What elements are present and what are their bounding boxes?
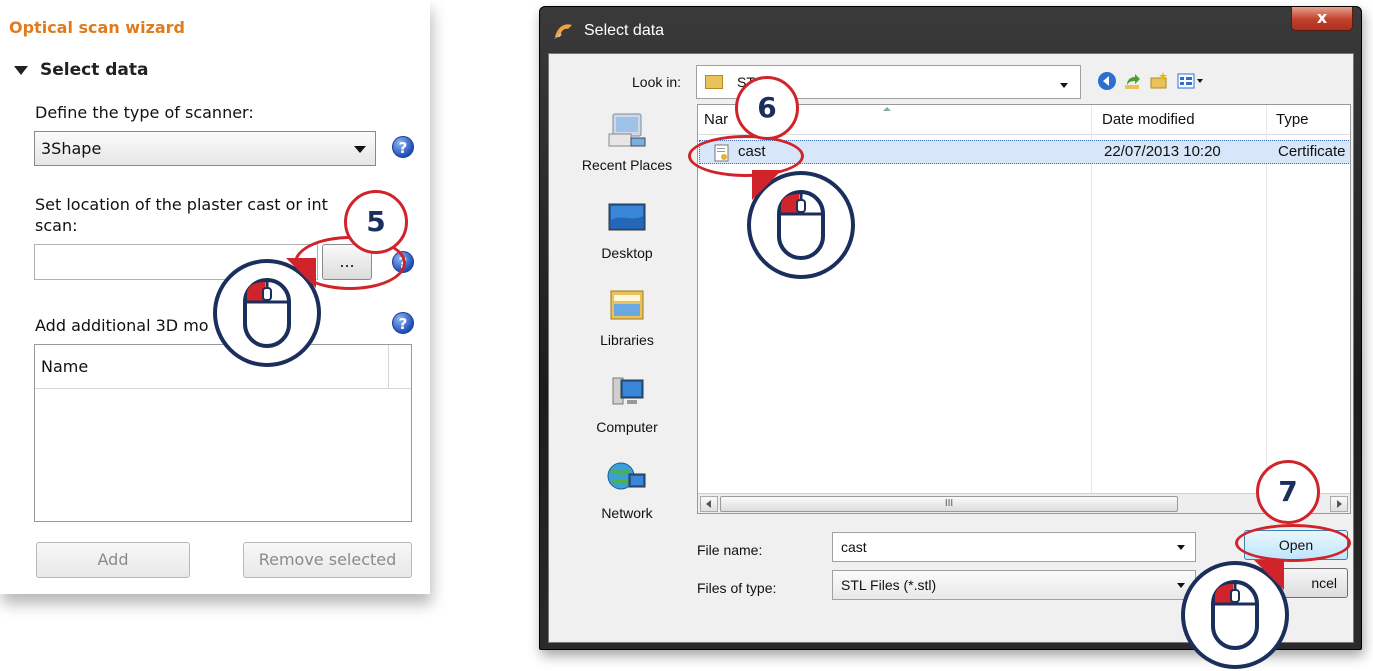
scroll-left-button[interactable] [700, 496, 718, 512]
file-name-label: File name: [697, 542, 763, 558]
place-network[interactable]: Network [557, 460, 697, 521]
collapse-triangle-icon [14, 65, 28, 75]
column-divider [1266, 105, 1267, 513]
chevron-down-icon [1177, 545, 1185, 550]
app-logo-icon [554, 24, 572, 39]
libraries-icon [610, 290, 644, 320]
column-header-type[interactable]: Type [1276, 111, 1309, 128]
mouse-click-icon [1181, 560, 1289, 669]
scanner-type-label: Define the type of scanner: [35, 103, 254, 122]
up-folder-icon[interactable] [1123, 71, 1143, 91]
location-label-line2: scan: [35, 216, 78, 235]
column-header-name[interactable]: Nar [704, 111, 728, 128]
additional-models-label: Add additional 3D mo [35, 316, 209, 335]
additional-models-list[interactable]: Name [34, 344, 412, 522]
dialog-title: Select data [584, 22, 665, 39]
place-label: Recent Places [581, 157, 673, 173]
step-badge-5: 5 [344, 190, 408, 254]
place-recent-places[interactable]: Recent Places [557, 112, 697, 173]
folder-icon [705, 75, 723, 89]
wizard-title: Optical scan wizard [9, 18, 186, 37]
select-data-section-toggle[interactable]: Select data [14, 60, 149, 80]
file-date-cell: 22/07/2013 10:20 [1104, 143, 1221, 160]
step-badge-7: 7 [1256, 460, 1320, 524]
file-type-value: STL Files (*.stl) [841, 577, 937, 593]
chevron-down-icon [354, 146, 366, 153]
scanner-type-value: 3Shape [41, 139, 102, 158]
help-icon[interactable]: ? [392, 312, 414, 334]
column-header-date-modified[interactable]: Date modified [1102, 111, 1195, 128]
select-data-dialog: Select data x Look in: ST Recent Places … [539, 6, 1362, 650]
help-icon[interactable]: ? [392, 136, 414, 158]
mouse-click-icon [213, 258, 321, 367]
step-badge-6: 6 [735, 76, 799, 140]
view-menu-icon[interactable] [1177, 71, 1205, 91]
chevron-left-icon [706, 500, 711, 508]
add-button[interactable]: Add [36, 542, 190, 578]
network-icon [607, 462, 646, 490]
place-libraries[interactable]: Libraries [557, 287, 697, 348]
back-icon[interactable] [1097, 71, 1117, 91]
remove-selected-button[interactable]: Remove selected [243, 542, 412, 578]
chevron-right-icon [1337, 500, 1342, 508]
place-computer[interactable]: Computer [557, 374, 697, 435]
place-label: Network [601, 505, 653, 521]
file-name-input[interactable]: cast [832, 532, 1196, 562]
new-folder-icon[interactable] [1149, 71, 1169, 91]
desktop-icon [608, 203, 646, 231]
scanner-type-dropdown[interactable]: 3Shape [34, 131, 376, 166]
horizontal-scrollbar[interactable]: III [698, 493, 1350, 513]
highlight-ring-open [1235, 524, 1351, 562]
chevron-down-icon [1060, 83, 1068, 88]
place-label: Desktop [601, 245, 653, 261]
places-bar: Recent Places Desktop Libraries Computer… [557, 104, 697, 564]
place-label: Computer [596, 419, 658, 435]
place-desktop[interactable]: Desktop [557, 200, 697, 261]
look-in-label: Look in: [632, 74, 682, 90]
recent-places-icon [608, 113, 646, 147]
mouse-click-icon [747, 170, 855, 279]
scroll-thumb[interactable]: III [720, 496, 1178, 512]
dialog-client-area: Look in: ST Recent Places Desktop Librar… [548, 53, 1354, 643]
file-type-cell: Certificate [1278, 143, 1346, 160]
file-name-value: cast [841, 539, 867, 555]
column-divider [1091, 105, 1092, 513]
sort-ascending-icon [883, 107, 891, 111]
list-header-divider [388, 345, 389, 389]
section-title: Select data [40, 60, 149, 80]
scroll-right-button[interactable] [1330, 496, 1348, 512]
place-label: Libraries [600, 332, 654, 348]
computer-icon [612, 377, 644, 405]
file-type-dropdown[interactable]: STL Files (*.stl) [832, 570, 1196, 600]
close-button[interactable]: x [1291, 7, 1353, 31]
location-label-line1: Set location of the plaster cast or int [35, 195, 328, 214]
file-type-label: Files of type: [697, 580, 777, 596]
